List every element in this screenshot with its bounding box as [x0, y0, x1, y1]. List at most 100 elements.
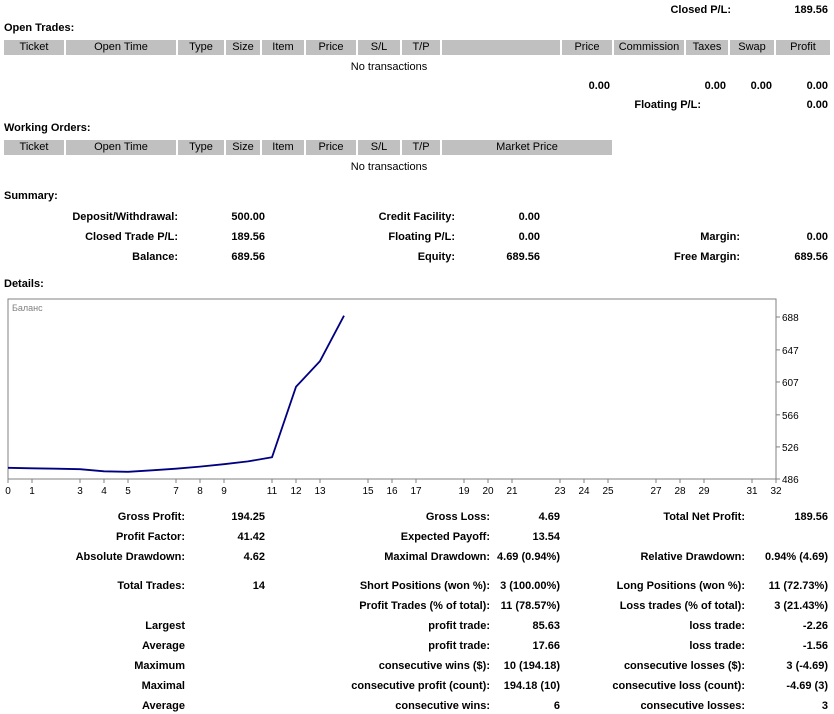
closed-pl-row: Closed P/L: 189.56	[0, 4, 834, 17]
stat-label: Average	[141, 640, 185, 652]
stats-row: Gross Profit: 194.25 Gross Loss: 4.69 To…	[4, 507, 834, 527]
stat-label: Maximal	[141, 680, 185, 692]
cell-empty	[306, 80, 356, 93]
stat-label: consecutive wins:	[395, 700, 490, 712]
stat-value: 3 (100.00%)	[500, 580, 560, 592]
cell-empty	[442, 80, 560, 93]
stat-label: Gross Profit:	[117, 511, 185, 523]
stat-label: Profit Factor:	[115, 531, 185, 543]
stats-row: Maximum consecutive wins ($): 10 (194.18…	[4, 656, 834, 676]
svg-text:647: 647	[782, 346, 799, 357]
svg-text:9: 9	[221, 486, 227, 497]
stat-value: 4.69	[538, 511, 560, 523]
col-open-time: Open Time	[66, 140, 176, 155]
col-swap: Swap	[730, 40, 774, 55]
svg-text:20: 20	[482, 486, 494, 497]
stat-value	[745, 527, 828, 547]
stat-value: -4.69 (3)	[786, 680, 828, 692]
col-commission: Commission	[614, 40, 684, 55]
stat-value: 194.18 (10)	[503, 680, 560, 692]
stat-value: 0.94% (4.69)	[765, 551, 828, 563]
stat-label: profit trade:	[428, 620, 490, 632]
svg-text:13: 13	[314, 486, 326, 497]
col-profit: Profit	[776, 40, 830, 55]
svg-text:1: 1	[29, 486, 35, 497]
total-taxes: 0.00	[704, 80, 726, 92]
stat-label: Maximal Drawdown:	[384, 551, 490, 563]
stat-value: 4.69 (0.94%)	[497, 551, 560, 563]
col-size: Size	[226, 140, 260, 155]
col-taxes: Taxes	[686, 40, 728, 55]
stat-value: -2.26	[802, 620, 828, 632]
col-market-price: Market Price	[442, 140, 612, 155]
cell-empty	[66, 80, 176, 93]
stat-label: Gross Loss:	[425, 511, 490, 523]
stat-label: Expected Payoff:	[400, 531, 490, 543]
stat-value: 189.56	[794, 511, 828, 523]
stat-label	[4, 596, 185, 616]
svg-text:21: 21	[506, 486, 518, 497]
stat-value: 85.63	[532, 620, 560, 632]
chart-legend-balance: Баланс	[12, 303, 43, 313]
total-swap: 0.00	[750, 80, 772, 92]
account-statement: Closed P/L: 189.56 Open Trades: Ticket O…	[0, 0, 834, 714]
summary-title: Summary:	[4, 190, 58, 202]
svg-text:23: 23	[554, 486, 566, 497]
stat-value	[185, 696, 265, 714]
chart-x-axis-ticks: 0 1 3 4 5 7 8 9 11 12 13 15 16 17 19 20 21 23 24 25 27 28 29 31…	[5, 479, 782, 497]
stat-label: loss trade:	[689, 640, 745, 652]
summary-value: 0.00	[518, 231, 540, 243]
summary-label: Free Margin:	[673, 251, 740, 263]
floating-pl-label: Floating P/L:	[634, 99, 701, 111]
stat-label: Relative Drawdown:	[640, 551, 745, 563]
working-orders-header: Ticket Open Time Type Size Item Price S/…	[4, 140, 830, 155]
open-trades-totals-row: 0.00 0.00 0.00 0.00	[4, 80, 830, 93]
summary-row: Balance: 689.56 Equity: 689.56 Free Marg…	[4, 247, 834, 267]
svg-text:15: 15	[362, 486, 374, 497]
open-trades-title: Open Trades:	[4, 22, 75, 34]
cell-empty	[226, 80, 260, 93]
stat-value: 194.25	[231, 511, 265, 523]
col-price: Price	[306, 40, 356, 55]
svg-text:3: 3	[77, 486, 83, 497]
svg-text:17: 17	[410, 486, 422, 497]
svg-text:19: 19	[458, 486, 470, 497]
stat-value: 14	[252, 580, 265, 592]
summary-row: Deposit/Withdrawal: 500.00 Credit Facili…	[4, 207, 834, 227]
stat-label: Short Positions (won %):	[359, 580, 490, 592]
stats-row: Maximal consecutive profit (count): 194.…	[4, 676, 834, 696]
svg-text:5: 5	[125, 486, 131, 497]
details-title: Details:	[4, 278, 44, 290]
col-spacer	[442, 40, 560, 55]
stats-row: Profit Factor: 41.42 Expected Payoff: 13…	[4, 527, 834, 547]
open-trades-empty-message: No transactions	[350, 61, 428, 73]
summary-value	[740, 207, 828, 227]
stat-label: consecutive losses ($):	[623, 660, 745, 672]
working-orders-empty-message: No transactions	[350, 161, 428, 173]
summary-value: 0.00	[806, 231, 828, 243]
summary-label: Balance:	[132, 251, 178, 263]
stat-label: Long Positions (won %):	[616, 580, 745, 592]
stat-label: Maximum	[134, 660, 185, 672]
stats-row: Average profit trade: 17.66 loss trade: …	[4, 636, 834, 656]
stat-value	[185, 676, 265, 696]
svg-text:7: 7	[173, 486, 179, 497]
col-open-time: Open Time	[66, 40, 176, 55]
floating-pl-row: Floating P/L: 0.00	[0, 99, 834, 112]
svg-text:24: 24	[578, 486, 590, 497]
open-trades-header: Ticket Open Time Type Size Item Price S/…	[4, 40, 830, 55]
stat-label: Loss trades (% of total):	[619, 600, 745, 612]
stat-label: consecutive losses:	[640, 700, 745, 712]
stat-value: 41.42	[237, 531, 265, 543]
stats-row: Total Trades: 14 Short Positions (won %)…	[4, 576, 834, 596]
total-price: 0.00	[588, 80, 610, 92]
stat-label: Total Trades:	[117, 580, 185, 592]
stat-label: consecutive wins ($):	[378, 660, 490, 672]
svg-text:4: 4	[101, 486, 107, 497]
col-sl: S/L	[358, 40, 400, 55]
col-price: Price	[306, 140, 356, 155]
summary-label: Equity:	[417, 251, 455, 263]
col-item: Item	[262, 40, 304, 55]
summary-value: 500.00	[231, 211, 265, 223]
stats-row: Profit Trades (% of total): 11 (78.57%) …	[4, 596, 834, 616]
